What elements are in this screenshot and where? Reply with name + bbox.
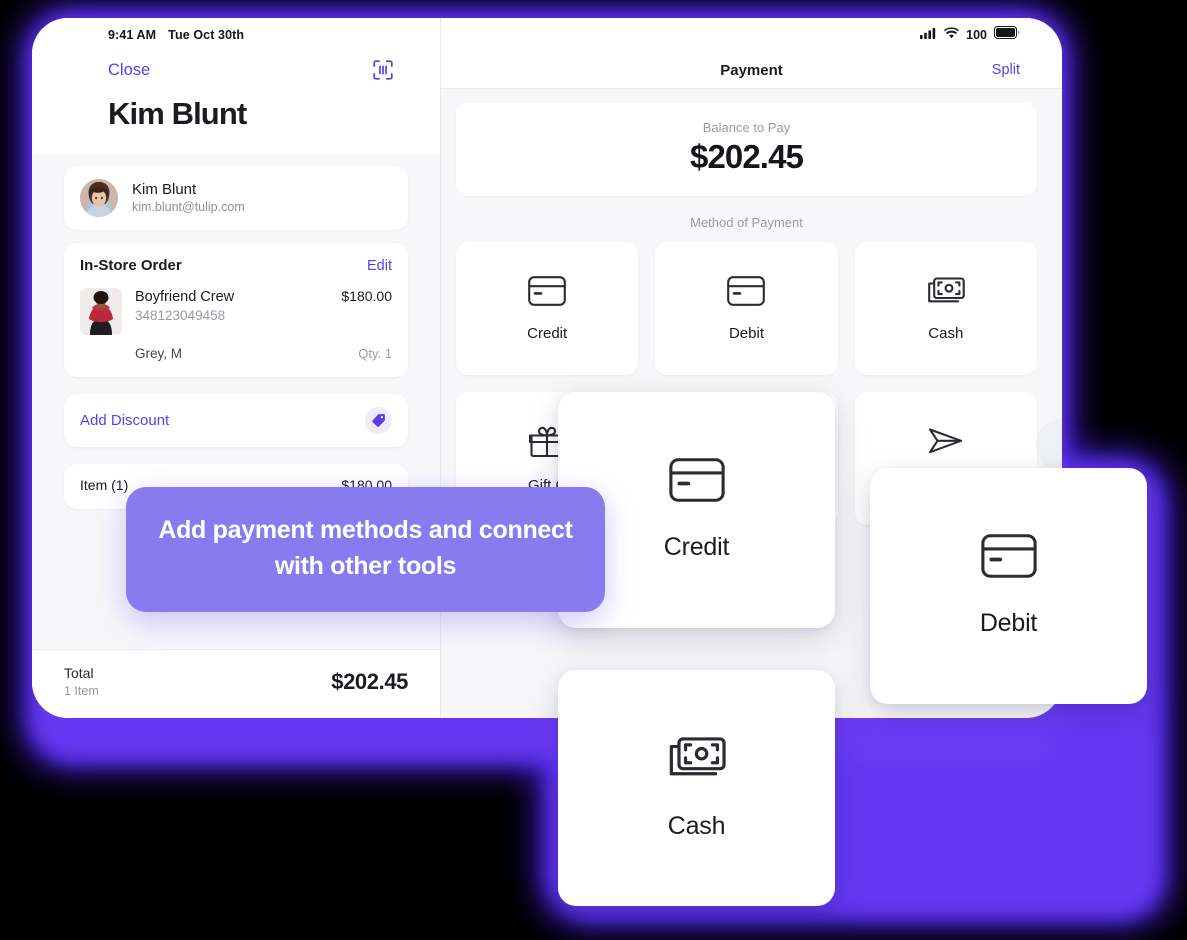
page-title: Kim Blunt <box>32 88 440 154</box>
status-bar-left: 9:41 AM Tue Oct 30th <box>32 18 440 52</box>
method-of-payment-label: Method of Payment <box>690 215 803 230</box>
barcode-scan-icon[interactable] <box>371 58 395 82</box>
balance-card: Balance to Pay $202.45 <box>456 103 1037 196</box>
add-discount-button[interactable]: Add Discount <box>64 394 408 447</box>
payment-method-debit-label: Debit <box>728 324 764 342</box>
credit-card-icon <box>668 458 725 507</box>
payment-method-credit-label: Credit <box>527 324 568 342</box>
tag-icon <box>365 407 392 434</box>
product-sku: 348123049458 <box>135 307 226 323</box>
floating-card-debit[interactable]: Debit <box>870 468 1147 704</box>
payment-panel-toolbar: Payment Split <box>441 52 1062 89</box>
battery-icon <box>994 26 1020 44</box>
balance-label: Balance to Pay <box>702 120 791 135</box>
payment-method-credit[interactable]: Credit <box>456 242 639 375</box>
edit-order-button[interactable]: Edit <box>367 258 392 274</box>
order-title: In-Store Order <box>80 257 182 274</box>
debit-card-icon <box>727 275 766 311</box>
status-bar-right: 100 <box>441 18 1062 52</box>
payment-title: Payment <box>720 61 783 79</box>
decorative-circle <box>1036 419 1062 471</box>
order-line-item-meta: Grey, M Qty. 1 <box>80 346 392 361</box>
payment-method-debit[interactable]: Debit <box>655 242 838 375</box>
order-card-header: In-Store Order Edit <box>80 257 392 274</box>
floating-card-cash[interactable]: Cash <box>558 670 835 906</box>
order-panel: 9:41 AM Tue Oct 30th Close Kim Blunt Kim… <box>32 18 441 718</box>
credit-card-icon <box>528 275 567 311</box>
split-payment-button[interactable]: Split <box>992 62 1020 78</box>
customer-card[interactable]: Kim Blunt kim.blunt@tulip.com <box>64 166 408 230</box>
balance-amount: $202.45 <box>690 138 804 175</box>
cash-bills-icon <box>668 735 726 786</box>
items-summary-label: Item (1) <box>80 477 129 493</box>
avatar <box>80 179 118 217</box>
product-thumbnail <box>80 288 122 335</box>
floating-card-debit-label: Debit <box>979 609 1038 637</box>
wifi-icon <box>944 26 960 44</box>
status-bar-time: 9:41 AM <box>108 28 157 42</box>
total-item-count: 1 Item <box>64 684 99 699</box>
product-variant: Grey, M <box>135 346 182 361</box>
close-button[interactable]: Close <box>108 61 150 80</box>
payment-method-cash-label: Cash <box>928 324 964 342</box>
debit-card-icon <box>980 534 1037 583</box>
product-quantity: Qty. 1 <box>358 346 392 361</box>
customer-name: Kim Blunt <box>132 181 197 199</box>
add-discount-label: Add Discount <box>80 412 170 429</box>
floating-card-cash-label: Cash <box>667 812 726 840</box>
floating-card-credit-label: Credit <box>663 533 730 561</box>
battery-percentage: 100 <box>966 28 987 42</box>
order-card: In-Store Order Edit Boyfriend Crew 34812… <box>64 243 408 377</box>
send-plane-icon <box>928 426 964 461</box>
tooltip-callout: Add payment methods and connect with oth… <box>126 487 605 612</box>
status-bar-date: Tue Oct 30th <box>168 28 245 42</box>
product-name: Boyfriend Crew <box>135 289 235 305</box>
order-line-item[interactable]: Boyfriend Crew 348123049458 $180.00 <box>80 288 392 335</box>
customer-email: kim.blunt@tulip.com <box>132 200 245 215</box>
product-price: $180.00 <box>341 288 392 304</box>
order-panel-toolbar: Close <box>32 52 440 88</box>
total-label: Total <box>64 665 94 682</box>
cellular-signal-icon <box>920 26 937 44</box>
payment-method-cash[interactable]: Cash <box>854 242 1037 375</box>
order-total-bar: Total 1 Item $202.45 <box>32 649 440 718</box>
cash-bills-icon <box>927 276 965 311</box>
total-amount: $202.45 <box>331 669 408 695</box>
